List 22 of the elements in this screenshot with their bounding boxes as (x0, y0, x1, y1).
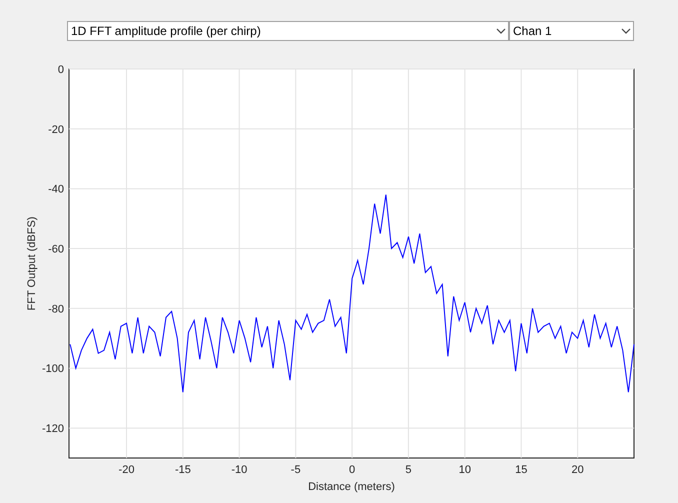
y-tick-label: 0 (58, 64, 64, 76)
x-tick-label: 20 (572, 464, 584, 476)
plot-type-dropdown[interactable]: 1D FFT amplitude profile (per chirp) (67, 21, 509, 41)
x-axis-label: Distance (meters) (308, 481, 395, 493)
x-tick-label: 10 (458, 464, 471, 476)
chevron-down-icon (621, 28, 631, 34)
y-tick-label: -120 (42, 423, 64, 436)
x-tick-label: -5 (290, 464, 301, 476)
x-tick-label: -20 (118, 464, 134, 476)
y-tick-label: -40 (48, 184, 64, 196)
x-tick-label: 15 (515, 464, 528, 476)
y-tick-label: -20 (48, 124, 64, 136)
chevron-down-icon (496, 28, 506, 34)
y-tick-label: -100 (42, 363, 64, 376)
x-tick-label: -15 (174, 464, 191, 476)
y-tick-label: -60 (48, 244, 64, 256)
channel-dropdown[interactable]: Chan 1 (509, 21, 634, 41)
x-tick-label: 5 (405, 464, 412, 476)
x-tick-label: 0 (349, 464, 356, 476)
y-axis-label: FFT Output (dBFS) (26, 216, 38, 310)
x-tick-label: -10 (231, 464, 248, 476)
y-tick-label: -80 (48, 303, 64, 316)
